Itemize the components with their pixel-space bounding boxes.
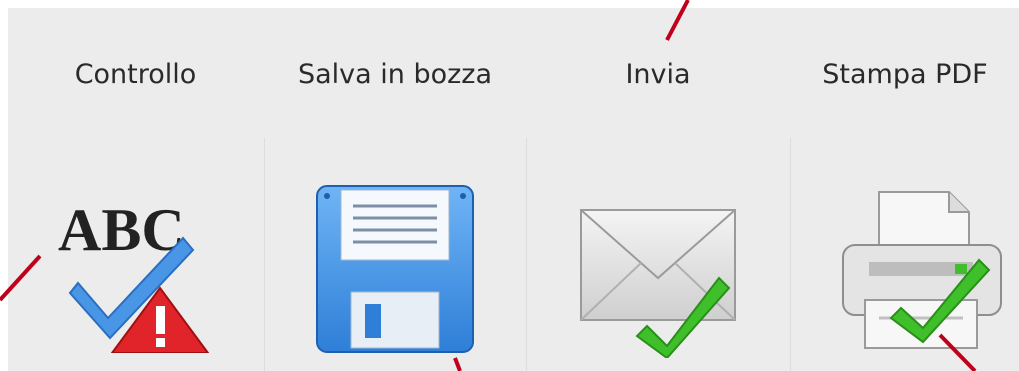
spellcheck-warning-icon: ABC [58, 197, 210, 353]
printer-check-icon [842, 191, 1002, 349]
controllo-label: Controllo [74, 59, 197, 90]
invia-label: Invia [625, 59, 691, 90]
toolbar: Controllo ABC Salva in bozza Invia Stamp… [8, 8, 1019, 371]
spellcheck-abc-text: ABC [58, 197, 185, 263]
invia-button[interactable] [527, 128, 789, 371]
salva-in-bozza-button[interactable] [265, 128, 525, 371]
salva-in-bozza-label: Salva in bozza [297, 59, 493, 90]
envelope-check-icon [580, 209, 736, 358]
controllo-button[interactable]: ABC [8, 128, 263, 371]
stampa-pdf-button[interactable] [791, 128, 1019, 371]
floppy-disk-icon [316, 185, 474, 353]
stampa-pdf-label: Stampa PDF [822, 59, 988, 90]
